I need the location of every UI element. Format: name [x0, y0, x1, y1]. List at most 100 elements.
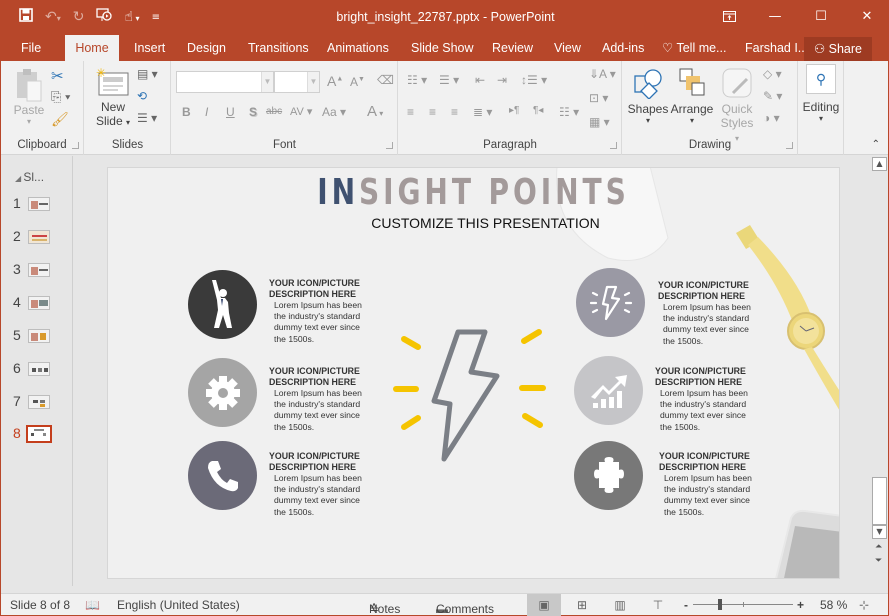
- shape-effects-icon[interactable]: ◑ ▾: [763, 111, 780, 125]
- slide-thumbnail[interactable]: 5: [11, 327, 61, 347]
- scroll-down-button[interactable]: ▼: [872, 525, 887, 539]
- normal-view-button[interactable]: ▣: [527, 594, 561, 616]
- item-icon-circle[interactable]: [574, 356, 643, 425]
- font-name-combo[interactable]: ▼: [176, 71, 274, 93]
- slide-subtitle[interactable]: CUSTOMIZE THIS PRESENTATION: [108, 215, 839, 231]
- zoom-level[interactable]: 58 %: [820, 598, 847, 612]
- slide-thumbnail[interactable]: 1: [11, 195, 61, 215]
- columns-icon[interactable]: ☷ ▾: [559, 105, 579, 119]
- item-description[interactable]: YOUR ICON/PICTURE DESCRIPTION HERE Lorem…: [659, 451, 769, 518]
- shape-fill-icon[interactable]: ◇ ▾: [763, 67, 782, 81]
- share-button[interactable]: ⚇ Share: [803, 37, 872, 61]
- maximize-icon[interactable]: ☐: [798, 1, 844, 31]
- underline-button[interactable]: U: [226, 105, 235, 119]
- italic-button[interactable]: I: [205, 105, 208, 119]
- section-icon[interactable]: ☰ ▾: [137, 111, 157, 125]
- minimize-icon[interactable]: —: [752, 1, 798, 31]
- rtl-icon[interactable]: ¶◂: [533, 105, 543, 116]
- shrink-font-icon[interactable]: A▼: [350, 75, 365, 89]
- shape-outline-icon[interactable]: ✎ ▾: [763, 89, 782, 103]
- item-description[interactable]: YOUR ICON/PICTURE DESCRIPTION HERE Lorem…: [655, 366, 765, 433]
- scroll-up-button[interactable]: ▲: [872, 157, 887, 171]
- cut-icon[interactable]: ✂: [51, 67, 64, 85]
- vertical-scrollbar[interactable]: ▲ ▼ ⏶ ⏷: [871, 156, 888, 586]
- font-size-combo[interactable]: ▼: [274, 71, 320, 93]
- bold-button[interactable]: B: [182, 105, 191, 119]
- slide-thumbnail[interactable]: 3: [11, 261, 61, 281]
- quick-styles-button[interactable]: Quick Styles ▾: [717, 67, 757, 146]
- font-launcher-icon[interactable]: [386, 142, 393, 149]
- slide-sorter-button[interactable]: ⊞: [565, 594, 599, 616]
- grow-font-icon[interactable]: A▲: [327, 73, 343, 89]
- previous-slide-icon[interactable]: ⏶: [875, 542, 882, 552]
- tab-add-ins[interactable]: Add-ins: [594, 35, 652, 61]
- item-icon-circle[interactable]: [188, 358, 257, 427]
- clear-formatting-icon[interactable]: ⌫: [377, 73, 394, 87]
- slide-thumbnail[interactable]: 2: [11, 228, 61, 248]
- collapse-ribbon-icon[interactable]: ⌃: [872, 139, 880, 150]
- slide-canvas[interactable]: INSIGHT POINTS CUSTOMIZE THIS PRESENTATI…: [107, 167, 840, 579]
- character-spacing-button[interactable]: AV ▾: [290, 105, 312, 118]
- item-description[interactable]: YOUR ICON/PICTURE DESCRIPTION HERE Lorem…: [269, 366, 379, 433]
- item-icon-circle[interactable]: [576, 268, 645, 337]
- slide-thumbnail[interactable]: 4: [11, 294, 61, 314]
- language-indicator[interactable]: English (United States): [117, 598, 240, 612]
- item-icon-circle[interactable]: [574, 441, 643, 510]
- tab-transitions[interactable]: Transitions: [240, 35, 317, 61]
- align-right-icon[interactable]: ≡: [451, 105, 458, 119]
- item-description[interactable]: YOUR ICON/PICTURE DESCRIPTION HERE Lorem…: [269, 451, 379, 518]
- close-icon[interactable]: ✕: [844, 1, 889, 31]
- shadow-button[interactable]: S: [249, 105, 257, 119]
- text-direction-icon[interactable]: ⇓A ▾: [589, 67, 616, 81]
- slide-show-button[interactable]: ⊤: [641, 594, 675, 616]
- next-slide-icon[interactable]: ⏷: [875, 556, 882, 566]
- decrease-indent-icon[interactable]: ⇤: [475, 73, 485, 87]
- increase-indent-icon[interactable]: ⇥: [497, 73, 507, 87]
- slide-thumbnail-selected[interactable]: 8: [11, 425, 61, 445]
- fit-to-window-icon[interactable]: ⊹: [859, 598, 869, 612]
- zoom-out-button[interactable]: -: [684, 598, 688, 612]
- slide-title[interactable]: INSIGHT POINTS: [188, 172, 758, 213]
- new-slide-button[interactable]: ✳ New Slide ▾: [93, 66, 133, 130]
- item-icon-circle[interactable]: [188, 441, 257, 510]
- zoom-slider[interactable]: [693, 599, 793, 610]
- reading-view-button[interactable]: ▥: [603, 594, 637, 616]
- slides-pane-header[interactable]: ◢ Sl...: [15, 170, 44, 184]
- editing-button[interactable]: ⚲ Editing ▾: [800, 64, 842, 123]
- slide-thumbnail[interactable]: 6: [11, 360, 61, 380]
- tab-file[interactable]: File: [13, 35, 49, 61]
- paragraph-launcher-icon[interactable]: [610, 142, 617, 149]
- tell-me-search[interactable]: ♡ Tell me...: [654, 35, 734, 61]
- justify-icon[interactable]: ≣ ▾: [473, 105, 492, 119]
- ribbon-display-options-icon[interactable]: [706, 1, 752, 31]
- zoom-slider-thumb[interactable]: [717, 599, 722, 610]
- line-spacing-icon[interactable]: ↕☰ ▾: [521, 73, 547, 87]
- tab-slide-show[interactable]: Slide Show: [403, 35, 482, 61]
- center-icon[interactable]: ≡: [429, 105, 436, 119]
- item-description[interactable]: YOUR ICON/PICTURE DESCRIPTION HERE Lorem…: [658, 280, 768, 347]
- copy-icon[interactable]: ⎘ ▾: [51, 89, 70, 105]
- tab-insert[interactable]: Insert: [126, 35, 173, 61]
- tab-review[interactable]: Review: [484, 35, 541, 61]
- font-color-button[interactable]: A ▾: [367, 103, 383, 120]
- bullets-icon[interactable]: ☷ ▾: [407, 73, 427, 87]
- item-icon-circle[interactable]: [188, 270, 257, 339]
- strikethrough-button[interactable]: abc: [266, 106, 282, 117]
- tab-home[interactable]: Home: [65, 35, 119, 61]
- smartart-icon[interactable]: ▦ ▾: [589, 115, 610, 129]
- ltr-icon[interactable]: ▸¶: [509, 105, 519, 116]
- tab-design[interactable]: Design: [179, 35, 234, 61]
- slide-thumbnail[interactable]: 7: [11, 393, 61, 413]
- drawing-launcher-icon[interactable]: [786, 142, 793, 149]
- clipboard-launcher-icon[interactable]: [72, 142, 79, 149]
- align-left-icon[interactable]: ≡: [407, 105, 414, 119]
- item-description[interactable]: YOUR ICON/PICTURE DESCRIPTION HERE Lorem…: [269, 278, 379, 345]
- reset-icon[interactable]: ⟲: [137, 89, 147, 103]
- tab-animations[interactable]: Animations: [319, 35, 397, 61]
- layout-icon[interactable]: ▤ ▾: [137, 67, 158, 81]
- scrollbar-thumb[interactable]: [872, 477, 887, 525]
- format-painter-icon[interactable]: 🖌: [51, 111, 69, 128]
- tab-view[interactable]: View: [546, 35, 589, 61]
- align-text-icon[interactable]: ⊡ ▾: [589, 91, 608, 105]
- shapes-button[interactable]: Shapes ▾: [627, 67, 669, 125]
